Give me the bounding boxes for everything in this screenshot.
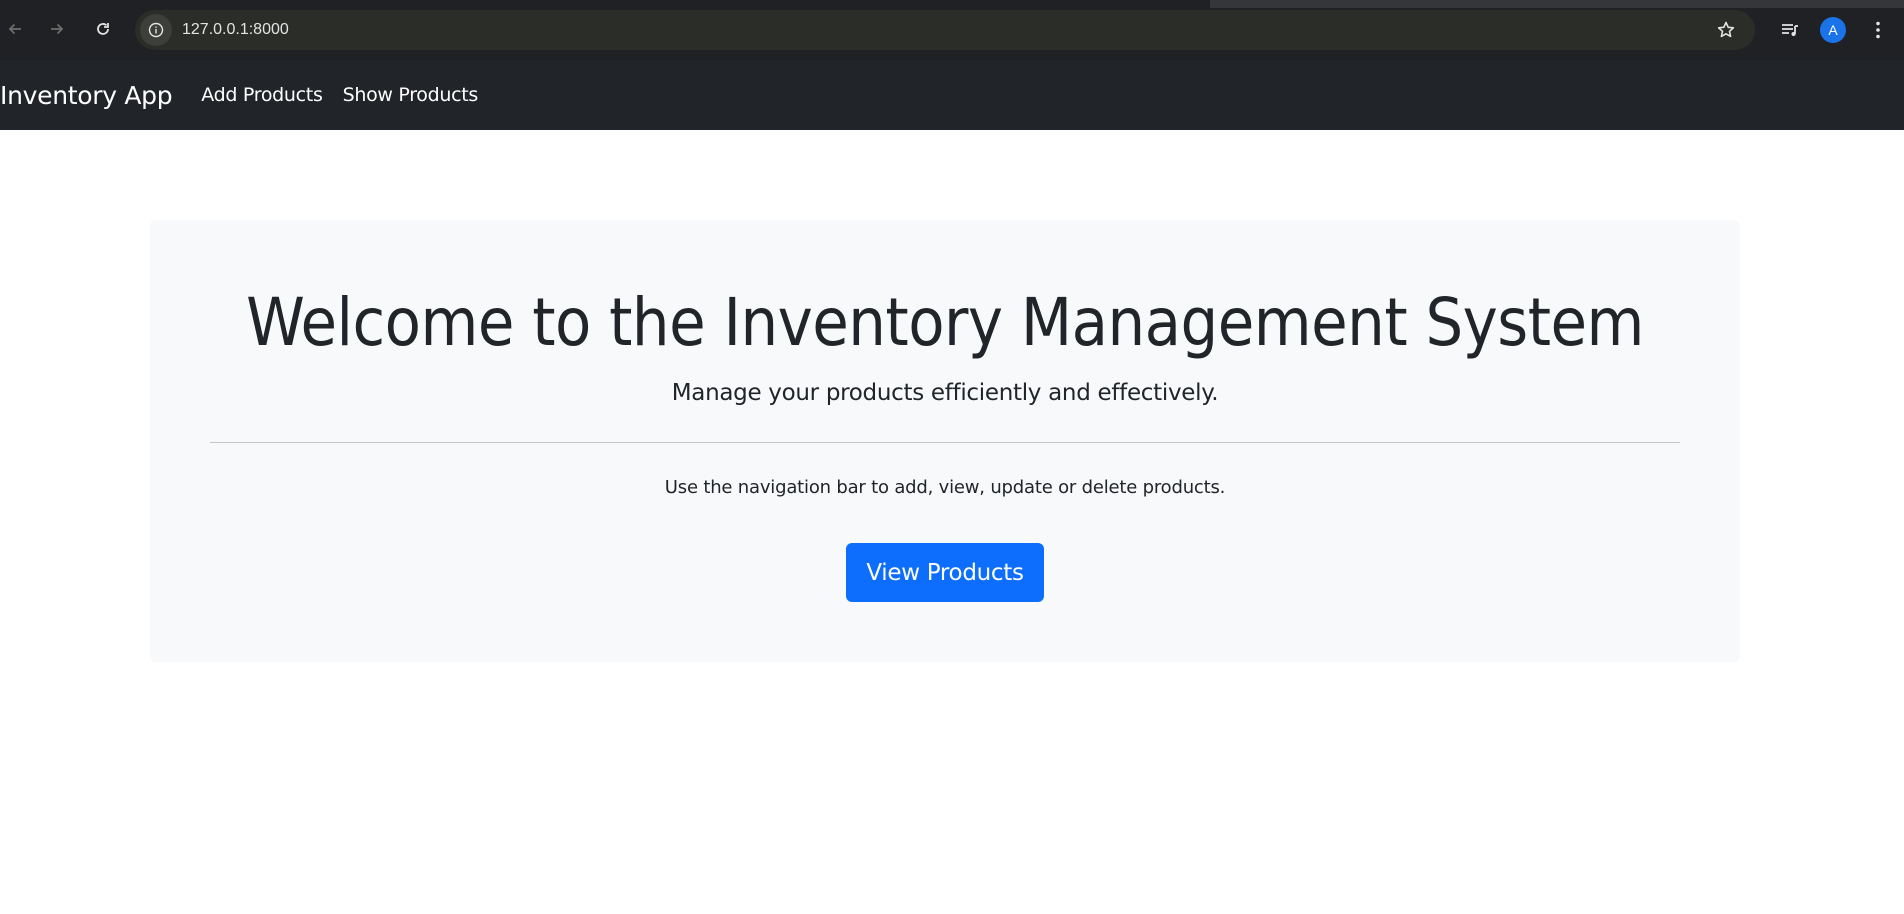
site-navbar: Inventory App Add Products Show Products — [0, 60, 1904, 130]
forward-button[interactable] — [42, 14, 72, 44]
hero-panel: Welcome to the Inventory Management Syst… — [150, 220, 1740, 662]
bookmark-star-icon — [1717, 21, 1735, 38]
divider — [210, 442, 1680, 443]
page-title: Welcome to the Inventory Management Syst… — [246, 284, 1644, 361]
bookmark-button[interactable] — [1715, 19, 1737, 41]
forward-arrow-icon — [51, 23, 64, 35]
nav-link-add-products[interactable]: Add Products — [201, 84, 323, 106]
site-info-button[interactable] — [140, 14, 172, 46]
profile-button[interactable]: A — [1817, 14, 1849, 46]
back-button[interactable] — [0, 14, 30, 44]
media-queue-button[interactable] — [1774, 14, 1806, 46]
tab-strip — [0, 0, 1904, 8]
view-products-button[interactable]: View Products — [846, 543, 1044, 602]
browser-toolbar: 127.0.0.1:8000 A — [0, 0, 1904, 60]
back-arrow-icon — [8, 23, 21, 35]
hero-body-text: Use the navigation bar to add, view, upd… — [664, 477, 1226, 498]
nav-link-show-products[interactable]: Show Products — [343, 84, 479, 106]
url-text[interactable]: 127.0.0.1:8000 — [182, 21, 289, 39]
hero-lead: Manage your products efficiently and eff… — [671, 380, 1219, 406]
reload-icon — [97, 23, 109, 35]
more-vert-icon — [1876, 21, 1880, 39]
site-info-icon — [148, 22, 164, 38]
media-queue-icon — [1782, 24, 1798, 36]
menu-button[interactable] — [1862, 14, 1894, 46]
reload-button[interactable] — [88, 14, 118, 44]
navbar-brand[interactable]: Inventory App — [0, 81, 173, 110]
address-bar[interactable]: 127.0.0.1:8000 — [135, 10, 1755, 50]
avatar: A — [1820, 17, 1846, 43]
